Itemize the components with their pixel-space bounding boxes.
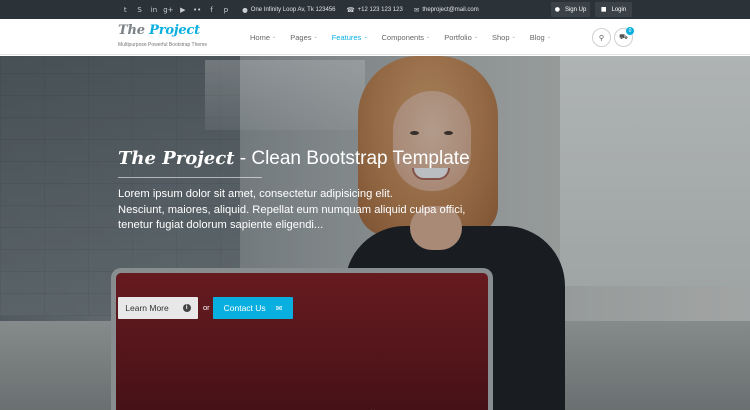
login-button[interactable]: ■ Login: [595, 2, 632, 17]
nav-item-features[interactable]: Features ⌄: [332, 33, 368, 42]
hero-description: Lorem ipsum dolor sit amet, consectetur …: [118, 187, 478, 234]
nav-item-components[interactable]: Components ⌄: [382, 33, 431, 42]
hero-line: tenetur fugiat dolorum sapiente eligendi…: [118, 219, 324, 231]
hero-title-rest: - Clean Bootstrap Template: [234, 148, 470, 169]
user-icon: ●: [554, 6, 560, 13]
skype-icon[interactable]: S: [132, 0, 146, 19]
nav-label: Portfolio: [444, 32, 472, 42]
contact-us-label: Contact Us: [223, 303, 266, 313]
envelope-icon: ✉: [413, 5, 420, 14]
address-item: ● One Infinity Loop Av, Tk 123456: [242, 6, 335, 14]
login-label: Login: [611, 6, 627, 13]
nav-item-home[interactable]: Home ⌄: [250, 33, 276, 42]
or-separator: or: [203, 303, 210, 312]
top-bar: t S in g+ ▶ •• f p ● One Infinity Loop A…: [0, 0, 750, 19]
site-tagline: Multipurpose Powerful Bootstrap Theme: [118, 42, 208, 48]
map-marker-icon: ●: [242, 5, 248, 14]
google-plus-icon[interactable]: g+: [161, 0, 175, 19]
nav-label: Pages: [290, 32, 312, 42]
hero-title: The Project - Clean Bootstrap Template: [118, 148, 470, 170]
logo-project: Project: [144, 23, 200, 38]
linkedin-icon[interactable]: in: [147, 0, 161, 19]
envelope-icon: ✉: [275, 303, 283, 313]
search-button[interactable]: ⚲: [592, 28, 611, 47]
nav-item-blog[interactable]: Blog ⌄: [530, 33, 551, 42]
chevron-down-icon: ⌄: [426, 34, 431, 40]
nav-label: Components: [381, 32, 425, 42]
contact-info: ● One Infinity Loop Av, Tk 123456 ☎ +12 …: [242, 6, 490, 14]
site-logo[interactable]: The Project: [118, 23, 200, 38]
hero-divider: [118, 177, 262, 178]
hero-slider: The Project - Clean Bootstrap Template L…: [0, 56, 750, 410]
chevron-down-icon: ⌄: [511, 34, 516, 40]
cart-count-badge: 0: [626, 27, 634, 35]
main-nav: Home ⌄ Pages ⌄ Features ⌄ Components ⌄ Portf…: [250, 19, 565, 55]
nav-item-pages[interactable]: Pages ⌄: [290, 33, 317, 42]
email-text[interactable]: theproject@mail.com: [422, 7, 478, 13]
contact-us-button[interactable]: Contact Us ✉: [213, 297, 293, 319]
nav-item-shop[interactable]: Shop ⌄: [492, 33, 516, 42]
address-text: One Infinity Loop Av, Tk 123456: [250, 6, 336, 13]
sign-up-label: Sign Up: [564, 6, 587, 13]
youtube-icon[interactable]: ▶: [176, 0, 190, 19]
main-header: The Project Multipurpose Powerful Bootst…: [0, 19, 750, 55]
facebook-icon[interactable]: f: [204, 0, 218, 19]
chevron-down-icon: ⌄: [363, 34, 368, 40]
cart-icon: ⛟: [619, 33, 628, 41]
lock-icon: ■: [600, 6, 607, 13]
sign-up-button[interactable]: ● Sign Up: [551, 2, 590, 17]
pinterest-icon[interactable]: p: [219, 0, 233, 19]
nav-label: Home: [250, 32, 271, 42]
search-icon: ⚲: [598, 33, 605, 42]
flickr-icon[interactable]: ••: [190, 0, 204, 19]
logo-the: The: [118, 23, 145, 38]
phone-icon: ☎: [346, 5, 355, 14]
chevron-down-icon: ⌄: [272, 34, 277, 40]
social-links: t S in g+ ▶ •• f p: [118, 0, 233, 19]
nav-label: Blog: [529, 32, 545, 42]
chevron-down-icon: ⌄: [313, 34, 318, 40]
chevron-down-icon: ⌄: [546, 34, 551, 40]
learn-more-button[interactable]: Learn More i: [118, 297, 198, 319]
hero-line: Lorem ipsum dolor sit amet, consectetur …: [118, 188, 393, 200]
nav-label: Features: [331, 32, 362, 42]
nav-label: Shop: [491, 32, 510, 42]
twitter-icon[interactable]: t: [118, 0, 132, 19]
learn-more-label: Learn More: [125, 303, 169, 313]
hero-title-brand: The Project: [118, 148, 235, 169]
info-icon: i: [182, 304, 191, 312]
email-item[interactable]: ✉ theproject@mail.com: [414, 6, 479, 14]
phone-item: ☎ +12 123 123 123: [347, 6, 403, 14]
hero-line: Nesciunt, maiores, aliquid. Repellat eum…: [118, 203, 466, 216]
nav-item-portfolio[interactable]: Portfolio ⌄: [444, 33, 478, 42]
chevron-down-icon: ⌄: [473, 34, 478, 40]
phone-text: +12 123 123 123: [357, 6, 403, 13]
